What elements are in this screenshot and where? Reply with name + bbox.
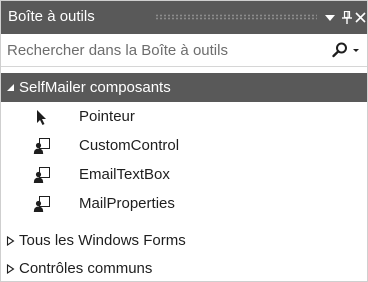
toolbox-item-emailtextbox[interactable]: EmailTextBox [1,160,367,189]
item-label: CustomControl [79,137,180,154]
close-button[interactable] [354,1,367,34]
category-controles-communs[interactable]: Contrôles communs [1,254,367,282]
toolbox-item-customcontrol[interactable]: CustomControl [1,131,367,160]
toolbox-title: Boîte à outils [8,8,95,25]
category-label: SelfMailer composants [19,79,171,96]
toolbox-item-pointeur[interactable]: Pointeur [1,102,367,131]
window-position-dropdown-button[interactable] [322,1,338,34]
triangle-down-icon [325,14,335,21]
item-label: MailProperties [79,195,175,212]
collapsed-arrow-icon[interactable] [5,235,15,246]
category-tous-les-windows-forms[interactable]: Tous les Windows Forms [1,226,367,255]
category-selfmailer-composants[interactable]: SelfMailer composants [1,73,367,102]
collapsed-arrow-icon[interactable] [5,263,15,274]
user-control-icon [33,195,51,213]
close-icon [355,12,366,23]
drag-grip[interactable] [155,14,317,20]
user-control-icon [33,166,51,184]
toolbox-item-mailproperties[interactable]: MailProperties [1,189,367,218]
expanded-arrow-icon[interactable] [5,83,15,93]
category-label: Tous les Windows Forms [19,232,186,249]
chevron-down-icon [353,49,359,52]
pointer-arrow-icon [33,108,51,126]
toolbox-titlebar[interactable]: Boîte à outils [1,1,367,34]
category-label: Contrôles communs [19,260,153,277]
search-options-button[interactable] [325,34,367,66]
toolbox-search-bar [1,34,367,67]
search-icon [332,42,359,58]
user-control-icon [33,137,51,155]
item-label: EmailTextBox [79,166,170,183]
auto-hide-pin-button[interactable] [340,1,354,34]
pin-icon [342,11,352,24]
item-label: Pointeur [79,108,135,125]
toolbox-search-input[interactable] [1,34,323,66]
toolbox-panel: Boîte à outils Rechercher dans la Boîte … [0,0,368,282]
